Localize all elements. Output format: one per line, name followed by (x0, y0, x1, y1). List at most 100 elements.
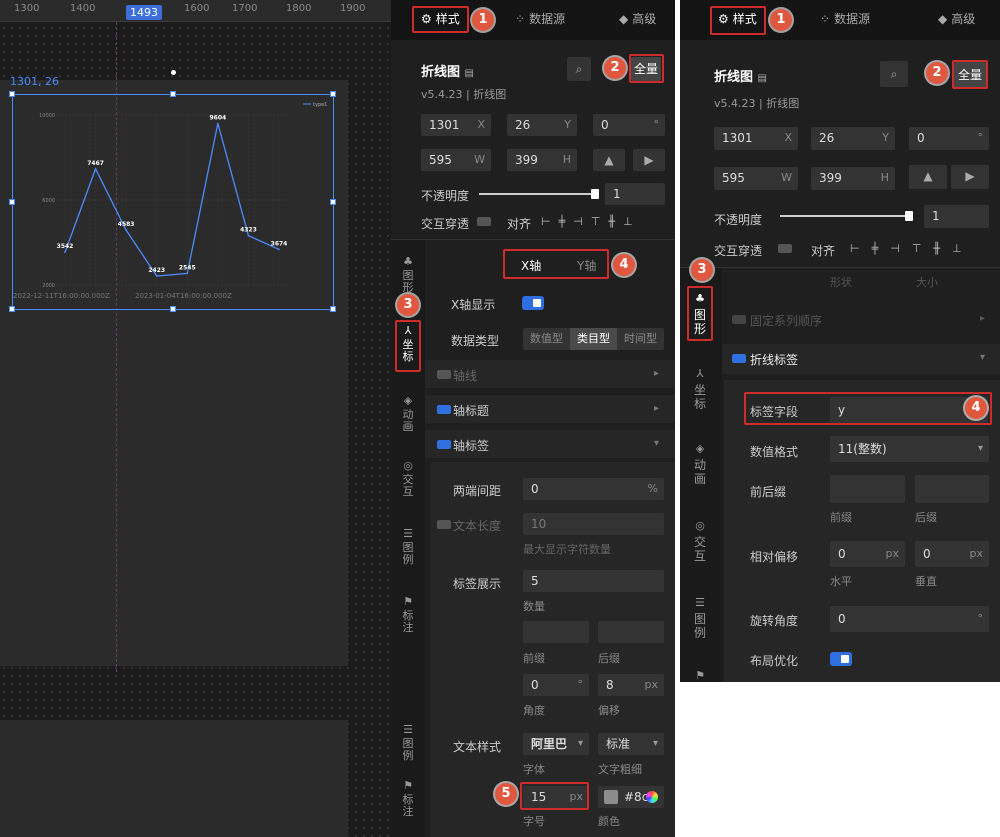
resize-handle[interactable] (170, 306, 176, 312)
data-type-selector[interactable]: 数值型 类目型 时间型 (523, 328, 664, 350)
tab-advanced[interactable]: ◆ 高级 (938, 10, 975, 27)
resize-handle[interactable] (9, 91, 15, 97)
opacity-slider[interactable] (780, 215, 908, 217)
prefix-input[interactable] (830, 475, 905, 503)
tab-label: 高级 (632, 12, 657, 26)
axis-line-toggle[interactable] (437, 370, 451, 379)
data-type-option[interactable]: 数值型 (523, 328, 570, 350)
highlight-box (710, 6, 766, 35)
align-left-icon[interactable]: ⊢ (541, 215, 551, 228)
x-input[interactable]: 1301 X (421, 114, 491, 136)
resize-handle[interactable] (9, 306, 15, 312)
x-input[interactable]: 1301 X (714, 127, 798, 150)
data-type-option[interactable]: 时间型 (617, 328, 664, 350)
side-tab-interaction[interactable]: ◎ 交互 (692, 519, 708, 563)
search-button[interactable]: ⌕ (880, 61, 908, 87)
side-tab-axis[interactable]: ⅄ 坐标 (692, 367, 708, 411)
prefix-caption: 前缀 (523, 652, 545, 665)
suffix-input[interactable] (915, 475, 989, 503)
resize-handle[interactable] (9, 199, 15, 205)
vertical-offset-input[interactable]: 0 px (915, 541, 989, 567)
annotation-icon[interactable]: ⚑ (692, 670, 708, 682)
artboard-lower (0, 720, 348, 837)
color-swatch[interactable] (604, 790, 618, 804)
resize-handle[interactable] (330, 306, 336, 312)
flip-horizontal-button[interactable]: ▶ (633, 149, 665, 171)
side-tab-annotation-2[interactable]: ⚑ 标注 (400, 780, 416, 818)
opacity-slider-thumb[interactable] (905, 211, 913, 221)
axis-label-toggle[interactable] (437, 440, 451, 449)
data-type-option[interactable]: 类目型 (570, 328, 617, 350)
opacity-slider-thumb[interactable] (591, 189, 599, 199)
editor-canvas[interactable]: 1300 1400 1493 1600 1700 1800 1900 1301,… (0, 0, 391, 837)
rotate-handle[interactable] (171, 70, 176, 75)
interact-through-toggle[interactable] (477, 217, 491, 226)
align-bottom-icon[interactable]: ⊥ (623, 215, 633, 228)
y-input[interactable]: 26 Y (507, 114, 577, 136)
fixed-series-toggle[interactable] (732, 315, 746, 324)
align-right-icon[interactable]: ⊣ (573, 215, 583, 228)
axis-icon: ⅄ (696, 367, 704, 380)
height-input[interactable]: 399 H (507, 149, 577, 171)
opacity-slider[interactable] (479, 193, 595, 195)
align-bottom-icon[interactable]: ⊥ (952, 242, 962, 255)
horizontal-offset-input[interactable]: 0 px (830, 541, 905, 567)
text-length-caption: 最大显示字符数量 (523, 543, 611, 556)
search-button[interactable]: ⌕ (567, 57, 591, 81)
layout-optimize-toggle[interactable] (830, 652, 852, 666)
label-count-input[interactable]: 5 (523, 570, 664, 592)
side-tab-shape[interactable]: ♣ 图形 (400, 256, 416, 294)
align-middle-icon[interactable]: ╫ (933, 242, 940, 255)
angle-input[interactable]: 0 ° (523, 674, 589, 696)
prefix-input[interactable] (523, 621, 589, 643)
resize-handle[interactable] (330, 199, 336, 205)
resize-handle[interactable] (170, 91, 176, 97)
align-center-icon[interactable]: ╪ (872, 242, 879, 255)
line-label-toggle[interactable] (732, 354, 746, 363)
flip-horizontal-button[interactable]: ▶ (951, 165, 989, 189)
side-tab-interaction[interactable]: ◎ 交互 (400, 460, 416, 498)
interact-through-toggle[interactable] (778, 244, 792, 253)
text-length-input[interactable]: 10 (523, 513, 664, 535)
opacity-input[interactable]: 1 (924, 205, 989, 228)
offset-input[interactable]: 8 px (598, 674, 664, 696)
side-tab-legend[interactable]: ☰ 图例 (692, 596, 708, 640)
height-input[interactable]: 399 H (811, 167, 895, 190)
side-tab-animation[interactable]: ◈ 动画 (692, 442, 708, 486)
side-tab-legend-2[interactable]: ☰ 图例 (400, 724, 416, 762)
edge-gap-input[interactable]: 0% (523, 478, 664, 500)
flip-vertical-button[interactable]: ▲ (909, 165, 947, 189)
align-center-icon[interactable]: ╪ (559, 215, 566, 228)
font-weight-select[interactable]: 标准 (598, 733, 664, 755)
tab-datasource[interactable]: ⁘ 数据源 (515, 10, 565, 27)
rotate-angle-input[interactable]: 0 ° (830, 606, 989, 632)
flip-vertical-button[interactable]: ▲ (593, 149, 625, 171)
resize-handle[interactable] (330, 91, 336, 97)
tab-datasource[interactable]: ⁘ 数据源 (820, 10, 870, 27)
selected-line-chart[interactable]: 10000 6000 2000 3542 7467 4583 2423 2545 9604 432… (9, 91, 336, 312)
axis-title-toggle[interactable] (437, 405, 451, 414)
rotate-input[interactable]: 0 ° (909, 127, 989, 150)
align-top-icon[interactable]: ⊤ (591, 215, 601, 228)
side-tab-annotation[interactable]: ⚑ 标注 (400, 596, 416, 634)
width-input[interactable]: 595 W (421, 149, 491, 171)
align-top-icon[interactable]: ⊤ (912, 242, 922, 255)
number-format-select[interactable]: 11(整数) (830, 436, 989, 462)
rotate-angle-label: 旋转角度 (750, 614, 799, 628)
side-tab-legend[interactable]: ☰ 图例 (400, 528, 416, 566)
rotate-input[interactable]: 0 ° (593, 114, 665, 136)
x-tick-label: 2022-12-11T16:00:00.000Z (13, 292, 110, 300)
tab-advanced[interactable]: ◆ 高级 (619, 10, 656, 27)
y-input[interactable]: 26 Y (811, 127, 895, 150)
x-axis-show-toggle[interactable] (522, 296, 544, 310)
opacity-input[interactable]: 1 (605, 183, 665, 205)
color-picker-icon[interactable] (646, 791, 658, 803)
align-left-icon[interactable]: ⊢ (850, 242, 860, 255)
suffix-input[interactable] (598, 621, 664, 643)
text-length-toggle[interactable] (437, 520, 451, 529)
align-middle-icon[interactable]: ╫ (608, 215, 615, 228)
align-right-icon[interactable]: ⊣ (890, 242, 900, 255)
side-tab-animation[interactable]: ◈ 动画 (400, 395, 416, 433)
width-input[interactable]: 595 W (714, 167, 798, 190)
font-select[interactable]: 阿里巴 (523, 733, 589, 755)
